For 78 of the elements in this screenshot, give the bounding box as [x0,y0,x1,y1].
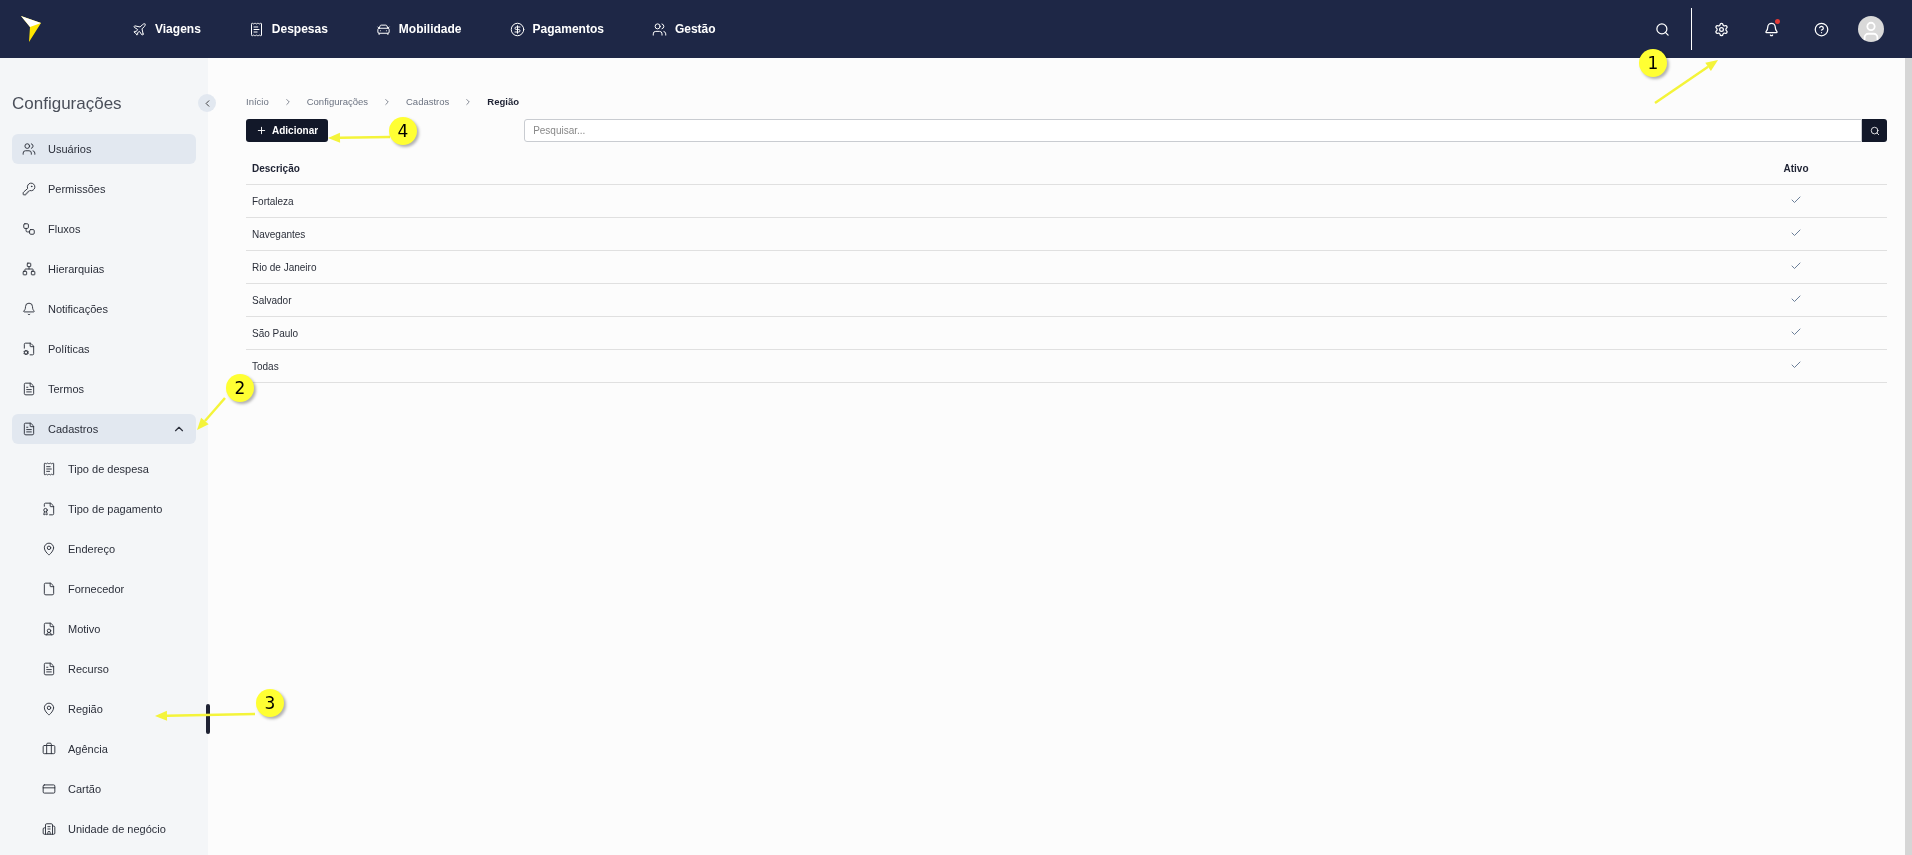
bag-icon [42,742,56,756]
sidebar-item[interactable]: Região [12,694,196,724]
search-field[interactable]: Pesquisar... [524,119,1862,142]
file-icon [42,582,56,596]
document-icon [22,422,36,436]
sidebar-item[interactable]: Endereço [12,534,196,564]
callout-number: 1 [1639,49,1667,77]
document-icon [42,502,56,516]
sidebar-item[interactable]: Recurso [12,654,196,684]
search-icon [1654,21,1670,37]
nav-link[interactable]: Viagens [132,21,201,37]
sidebar-item[interactable]: Permissões [12,174,196,204]
sidebar-item[interactable]: Fornecedor [12,574,196,604]
sidebar-item[interactable]: Hierarquias [12,254,196,284]
user-file-icon [42,622,56,636]
map-pin-icon [42,542,56,556]
sidebar-item[interactable]: Agência [12,734,196,764]
sidebar-title: Configurações [12,94,123,114]
map-pin-icon [42,702,56,716]
settings-icon [1713,21,1729,37]
nav-link[interactable]: Mobilidade [375,21,462,37]
flow-icon [22,222,36,236]
table-cell-text: Navegantes [252,228,307,240]
table-cell-text: Salvador [252,294,293,306]
table-cell-text: Fortaleza [252,195,295,207]
receipt-icon [42,462,56,476]
car-icon [375,21,391,37]
logo-icon [20,15,42,43]
sidebar-item[interactable]: Cadastros [12,414,196,444]
add-button[interactable]: Adicionar [246,119,329,142]
help-icon [1813,21,1829,37]
nav-link[interactable]: Despesas [248,21,328,37]
breadcrumb-link[interactable]: Início [246,96,269,107]
nav-link[interactable]: Gestão [651,21,716,37]
callout-arrow [197,397,226,430]
callout-number: 4 [389,117,417,145]
sidebar-item[interactable]: Cartão [12,774,196,804]
avatar[interactable] [1858,16,1884,42]
users-icon [22,142,36,156]
hierarchy-icon [22,262,36,276]
plane-icon [132,21,147,37]
dollar-icon [509,21,525,37]
column-header: Descrição [252,162,301,174]
column-header: Ativo [1783,162,1809,174]
sidebar-item[interactable]: Políticas [12,334,196,364]
sidebar-item[interactable]: Fluxos [12,214,196,244]
chevron-right-icon [382,96,392,107]
breadcrumb-link[interactable]: Cadastros [406,96,450,107]
bell-icon [22,302,36,316]
callout-number: 2 [226,374,254,402]
users-icon [651,21,667,37]
search-icon [1869,125,1880,136]
sidebar-item[interactable]: Tipo de pagamento [12,494,196,524]
callout-arrow [328,132,391,143]
sidebar-item[interactable]: Termos [12,374,196,404]
table-cell-text: Rio de Janeiro [252,261,318,273]
sidebar-item[interactable]: Notificações [12,294,196,324]
sidebar-item[interactable]: Motivo [12,614,196,644]
sidebar-item[interactable]: Usuários [12,134,196,164]
breadcrumb-link[interactable]: Região [487,96,519,107]
table-cell-text: Todas [252,360,280,372]
document-gear-icon [22,342,36,356]
search-button[interactable] [1862,119,1887,142]
key-icon [22,182,36,196]
callout-number: 3 [256,689,284,717]
bell-icon [1763,21,1779,37]
receipt-icon [248,21,264,37]
card-icon [42,782,56,796]
breadcrumb-link[interactable]: Configurações [306,96,368,107]
plus-icon [256,125,267,136]
table-cell-text: São Paulo [252,327,300,339]
sidebar-item[interactable]: Tipo de despesa [12,454,196,484]
scrollbar-thumb[interactable] [206,704,210,734]
nav-link[interactable]: Pagamentos [509,21,604,37]
document-icon [22,382,36,396]
building-icon [42,822,56,836]
document-icon [42,662,56,676]
sidebar-item[interactable]: Unidade de negócio [12,814,196,844]
